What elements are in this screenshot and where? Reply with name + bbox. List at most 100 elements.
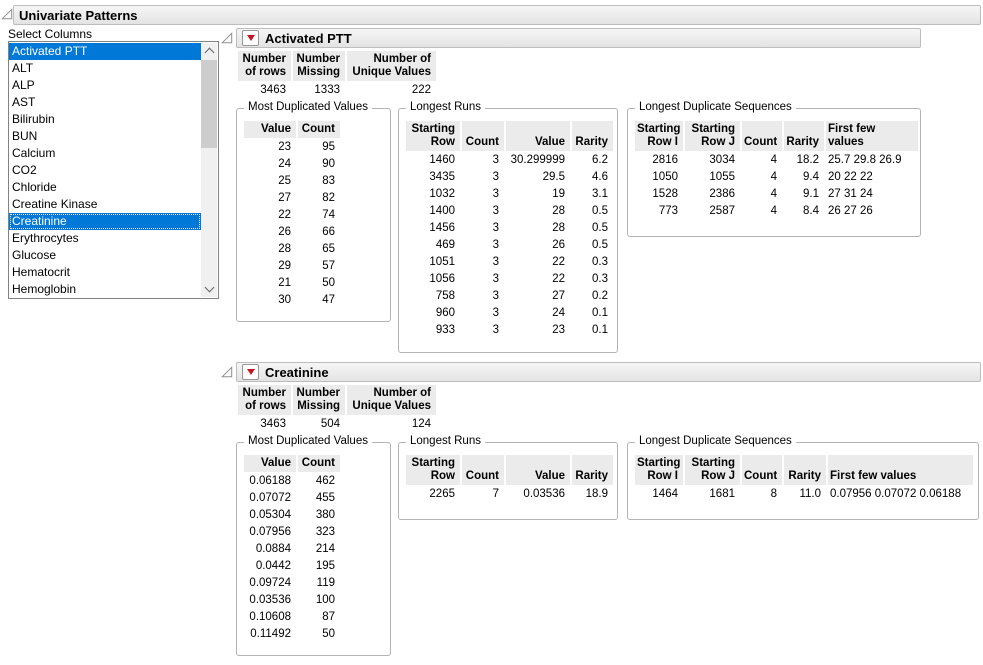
listbox-item-bilirubin[interactable]: Bilirubin bbox=[9, 111, 201, 128]
listbox-item-hematocrit[interactable]: Hematocrit bbox=[9, 264, 201, 281]
cell: 7 bbox=[462, 486, 504, 503]
table-row: 0.06188462 bbox=[244, 473, 390, 490]
listbox-item-hemoglobin[interactable]: Hemoglobin bbox=[9, 281, 201, 297]
cell: 11.0 bbox=[784, 486, 826, 503]
summary-table-activated-ptt: Number of rowsNumber MissingNumber of Un… bbox=[238, 51, 438, 99]
table-row: 0.09724119 bbox=[244, 575, 390, 592]
cell: 20 22 22 bbox=[826, 169, 918, 186]
cell: 8.4 bbox=[784, 203, 824, 220]
listbox-scrollbar[interactable] bbox=[201, 43, 217, 297]
longest-runs-table-ptt: Starting RowCountValueRarity1460330.2999… bbox=[406, 121, 617, 339]
listbox-item-co2[interactable]: CO2 bbox=[9, 162, 201, 179]
cell: 22 bbox=[244, 207, 296, 224]
cell: 1051 bbox=[406, 254, 460, 271]
cell: 758 bbox=[406, 288, 460, 305]
table-row: 2395 bbox=[244, 139, 390, 156]
cell: 21 bbox=[244, 275, 296, 292]
select-columns-label: Select Columns bbox=[8, 27, 92, 41]
cell: 3 bbox=[462, 254, 504, 271]
cell: 0.06188 bbox=[244, 473, 296, 490]
cell: 23 bbox=[244, 139, 296, 156]
listbox-item-glucose[interactable]: Glucose bbox=[9, 247, 201, 264]
cell: 0.5 bbox=[572, 220, 613, 237]
disclosure-triangle-report[interactable] bbox=[1, 8, 13, 20]
table-row: 3435329.54.6 bbox=[406, 169, 617, 186]
cell: 30.299999 bbox=[506, 152, 570, 169]
cell: 27 bbox=[244, 190, 296, 207]
column-header: Starting Row I bbox=[635, 121, 683, 151]
listbox-item-creatinine[interactable]: Creatinine bbox=[9, 213, 201, 230]
listbox-item-activated-ptt[interactable]: Activated PTT bbox=[9, 43, 201, 60]
cell: 380 bbox=[298, 507, 340, 524]
group-label: Longest Runs bbox=[406, 101, 485, 113]
cell: 3 bbox=[462, 288, 504, 305]
cell: 18.9 bbox=[572, 486, 613, 503]
table-header-row: Starting Row IStarting Row JCountRarityF… bbox=[635, 455, 978, 486]
cell: 0.0442 bbox=[244, 558, 296, 575]
group-label: Most Duplicated Values bbox=[244, 101, 372, 113]
column-header: Value bbox=[244, 121, 296, 138]
listbox-item-bun[interactable]: BUN bbox=[9, 128, 201, 145]
table-row: 2666 bbox=[244, 224, 390, 241]
listbox-item-calcium[interactable]: Calcium bbox=[9, 145, 201, 162]
red-triangle-menu-button[interactable] bbox=[242, 30, 259, 46]
most-duplicated-values-table-ptt: ValueCount239524902583278222742666286529… bbox=[244, 121, 390, 309]
column-header: Value bbox=[244, 455, 296, 472]
report-title-band: Univariate Patterns bbox=[13, 5, 981, 25]
column-header: Number of rows bbox=[238, 51, 291, 81]
listbox-item-chloride[interactable]: Chloride bbox=[9, 179, 201, 196]
cell: 26 bbox=[506, 237, 570, 254]
cell: 0.2 bbox=[572, 288, 613, 305]
disclosure-triangle-creatinine[interactable] bbox=[221, 366, 233, 378]
column-header: Starting Row I bbox=[635, 455, 683, 485]
table-row: 1050105549.420 22 22 bbox=[635, 169, 920, 186]
red-triangle-icon bbox=[247, 35, 255, 41]
listbox-item-ast[interactable]: AST bbox=[9, 94, 201, 111]
chevron-down-icon bbox=[204, 283, 214, 293]
cell: 1456 bbox=[406, 220, 460, 237]
red-triangle-menu-button[interactable] bbox=[242, 364, 259, 380]
table-header-row: Starting RowCountValueRarity bbox=[406, 121, 617, 152]
cell: 2265 bbox=[406, 486, 460, 503]
table-row: 0.0442195 bbox=[244, 558, 390, 575]
group-most-duplicated-values-ptt: Most Duplicated Values ValueCount2395249… bbox=[236, 108, 391, 322]
longest-duplicate-sequences-table-ptt: Starting Row IStarting Row JCountRarityF… bbox=[635, 121, 920, 220]
column-header: Starting Row J bbox=[685, 121, 740, 151]
cell: 0.10608 bbox=[244, 609, 296, 626]
cell: 9.4 bbox=[784, 169, 824, 186]
listbox-item-alt[interactable]: ALT bbox=[9, 60, 201, 77]
table-row: 10563220.3 bbox=[406, 271, 617, 288]
cell: 960 bbox=[406, 305, 460, 322]
table-row: 2583 bbox=[244, 173, 390, 190]
disclosure-triangle-activated-ptt[interactable] bbox=[221, 32, 233, 44]
cell: 3 bbox=[462, 169, 504, 186]
scroll-down-button[interactable] bbox=[201, 281, 217, 297]
cell: 462 bbox=[298, 473, 340, 490]
table-row: 2865 bbox=[244, 241, 390, 258]
listbox-item-creatine-kinase[interactable]: Creatine Kinase bbox=[9, 196, 201, 213]
cell: 0.07956 0.07072 0.06188 bbox=[828, 486, 973, 503]
listbox-item-alp[interactable]: ALP bbox=[9, 77, 201, 94]
scroll-up-button[interactable] bbox=[201, 43, 217, 59]
cell: 24 bbox=[244, 156, 296, 173]
table-row: 10513220.3 bbox=[406, 254, 617, 271]
cell: 0.1 bbox=[572, 322, 613, 339]
table-header-row: Starting RowCountValueRarity bbox=[406, 455, 617, 486]
cell: 100 bbox=[298, 592, 340, 609]
table-header-row: Number of rowsNumber MissingNumber of Un… bbox=[238, 385, 438, 416]
longest-runs-table-creatinine: Starting RowCountValueRarity226570.03536… bbox=[406, 455, 617, 503]
column-header: Count bbox=[462, 121, 504, 151]
listbox-item-erythrocytes[interactable]: Erythrocytes bbox=[9, 230, 201, 247]
table-row: 773258748.426 27 26 bbox=[635, 203, 920, 220]
cell: 90 bbox=[298, 156, 340, 173]
most-duplicated-values-table-creatinine: ValueCount0.061884620.070724550.05304380… bbox=[244, 455, 390, 643]
cell: 3 bbox=[462, 237, 504, 254]
column-header: Count bbox=[742, 455, 782, 485]
group-longest-duplicate-sequences-ptt: Longest Duplicate Sequences Starting Row… bbox=[627, 108, 921, 237]
cell: 0.3 bbox=[572, 271, 613, 288]
table-row: 7583270.2 bbox=[406, 288, 617, 305]
cell: 65 bbox=[298, 241, 340, 258]
select-columns-listbox[interactable]: Activated PTTALTALPASTBilirubinBUNCalciu… bbox=[8, 41, 219, 299]
cell: 0.11492 bbox=[244, 626, 296, 643]
scrollbar-thumb[interactable] bbox=[201, 60, 217, 148]
